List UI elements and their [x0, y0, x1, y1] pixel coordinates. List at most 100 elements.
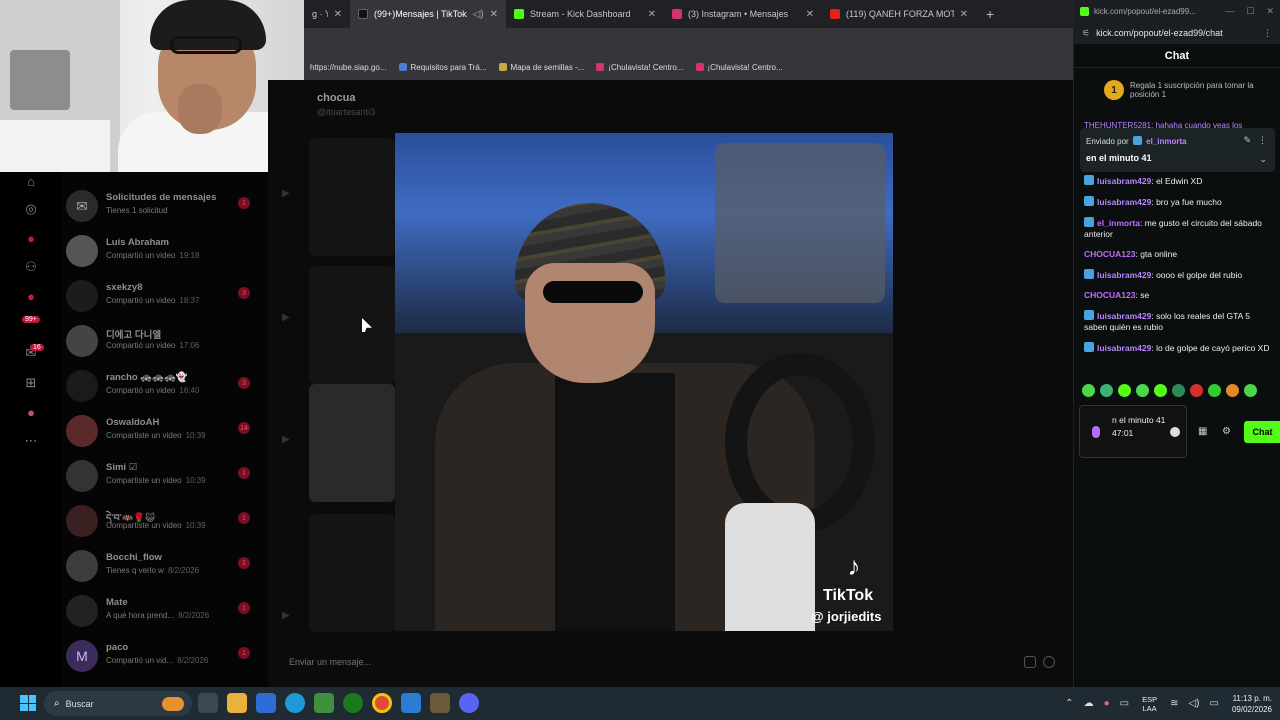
emote-icon[interactable]: [1082, 384, 1095, 397]
discord-icon[interactable]: [459, 693, 479, 713]
message-row[interactable]: Bocchi_flow Tienes q verlo w 8/2/2026 2: [62, 544, 268, 589]
close-icon[interactable]: ✕: [484, 9, 498, 20]
emote-icon[interactable]: [1208, 384, 1221, 397]
message-row[interactable]: Mate A qué hora prend... 8/2/2026 1: [62, 589, 268, 634]
send-chat-button[interactable]: Chat: [1244, 421, 1280, 443]
chat-username[interactable]: luisabram429: [1097, 311, 1151, 321]
explore-icon[interactable]: ◎: [22, 200, 40, 218]
bookmark-item[interactable]: Mapa de semillas -...: [493, 63, 591, 72]
display-icon[interactable]: ▭: [1120, 698, 1129, 709]
message-row[interactable]: OswaldoAH Compartiste un video 10:39 14: [62, 409, 268, 454]
video-thumbnail[interactable]: [309, 384, 395, 502]
emote-icon[interactable]: [1136, 384, 1149, 397]
upload-icon[interactable]: ⊞: [22, 374, 40, 392]
friends-icon[interactable]: ●: [22, 287, 40, 305]
message-row[interactable]: sxekzy8 Compartió un video 18:37 3: [62, 274, 268, 319]
microphone-icon[interactable]: [1092, 426, 1100, 438]
message-row[interactable]: དེ་བ་🦇🌹😺 Compartiste un video 10:39 1: [62, 499, 268, 544]
xbox-icon[interactable]: [343, 693, 363, 713]
menu-icon[interactable]: ⋮: [1263, 28, 1272, 39]
message-row[interactable]: Simi ☑ Compartiste un video 10:39 1: [62, 454, 268, 499]
more-icon[interactable]: ⋯: [22, 432, 40, 450]
chat-username[interactable]: luisabram429: [1097, 270, 1151, 280]
conversation-header[interactable]: chocua @ituartesanti3: [317, 92, 375, 117]
app-icon[interactable]: [430, 693, 450, 713]
video-thumbnail[interactable]: [309, 514, 395, 632]
emote-icon[interactable]: [1154, 384, 1167, 397]
video-player[interactable]: ♪ TikTok @ jorjiedits: [395, 133, 893, 631]
message-row[interactable]: 디에고 다니엘 Compartió un video 17:06: [62, 319, 268, 364]
chat-username[interactable]: luisabram429: [1097, 197, 1151, 207]
message-row[interactable]: M paco Compartió un vid... 8/2/2026 1: [62, 634, 268, 679]
gift-leaderboard[interactable]: 1 Regala 1 suscripción para tomar la pos…: [1104, 80, 1258, 100]
address-bar[interactable]: [304, 28, 1073, 54]
tab-youtube[interactable]: (119) QANEH FORZA MOTORSP ✕: [822, 0, 976, 28]
chat-username[interactable]: luisabram429: [1097, 176, 1151, 186]
minecraft-icon[interactable]: [314, 693, 334, 713]
bookmark-item[interactable]: https://nube.siap.go...: [304, 63, 393, 72]
tab-instagram[interactable]: (3) Instagram • Mensajes ✕: [664, 0, 822, 28]
cloud-icon[interactable]: ☁: [1084, 698, 1094, 709]
live-icon[interactable]: ●: [22, 229, 40, 247]
volume-icon[interactable]: ◁): [1188, 698, 1199, 709]
following-icon[interactable]: ⚇: [22, 258, 40, 276]
emote-icon[interactable]: [1118, 384, 1131, 397]
windows-start-icon[interactable]: [20, 695, 36, 711]
popout-url-bar[interactable]: ⚟ kick.com/popout/el-ezad99/chat ⋮: [1074, 22, 1280, 44]
tab-tiktok[interactable]: (99+)Mensajes | TikTok ◁) ✕: [350, 0, 506, 28]
close-icon[interactable]: ✕: [642, 9, 656, 20]
edge-icon[interactable]: [285, 693, 305, 713]
share-icon[interactable]: ▶: [282, 610, 296, 621]
minimize-icon[interactable]: —: [1225, 6, 1234, 17]
settings-icon[interactable]: ⚙: [1222, 426, 1233, 437]
message-row[interactable]: rancho 🚓🚓🚓👻 Compartió un video 16:40 3: [62, 364, 268, 409]
gif-icon[interactable]: [1024, 656, 1036, 668]
taskbar-clock[interactable]: 11:13 p. m. 09/02/2026: [1232, 693, 1272, 715]
tab-kick-dashboard[interactable]: Stream - Kick Dashboard ✕: [506, 0, 664, 28]
message-row[interactable]: ✉ Solicitudes de mensajes Tienes 1 solic…: [62, 184, 268, 229]
video-thumbnail[interactable]: [309, 266, 395, 384]
chat-username[interactable]: CHOCUA123: [1084, 249, 1136, 259]
mute-icon[interactable]: ◁): [467, 9, 484, 20]
pinned-message[interactable]: Enviado por el_inmorta en el minuto 41 ✎…: [1080, 128, 1275, 172]
battery-icon[interactable]: ▭: [1210, 698, 1219, 709]
chat-username[interactable]: luisabram429: [1097, 343, 1151, 353]
chat-username[interactable]: CHOCUA123: [1084, 290, 1136, 300]
language-indicator[interactable]: ESP LAA: [1142, 695, 1157, 713]
taskbar-search[interactable]: ⌕ Buscar: [44, 691, 192, 716]
emote-icon[interactable]: [1244, 384, 1257, 397]
file-explorer-icon[interactable]: [227, 693, 247, 713]
share-icon[interactable]: ▶: [282, 188, 296, 199]
task-view-icon[interactable]: [198, 693, 218, 713]
emote-icon[interactable]: [1172, 384, 1185, 397]
message-input[interactable]: [281, 650, 881, 674]
pin-icon[interactable]: ✎: [1243, 135, 1251, 146]
store-icon[interactable]: [256, 693, 276, 713]
home-icon[interactable]: ⌂: [22, 172, 40, 190]
chat-input[interactable]: n el minuto 41 47:01: [1079, 405, 1187, 458]
bookmark-item[interactable]: Requisitos para Trá...: [393, 63, 493, 72]
microphone-icon[interactable]: ●: [1104, 698, 1110, 709]
tab-0[interactable]: g · Y ✕: [304, 0, 350, 28]
share-icon[interactable]: ▶: [282, 434, 296, 445]
share-icon[interactable]: ▶: [282, 312, 296, 323]
more-options-icon[interactable]: ⋮: [1258, 135, 1267, 146]
profile-icon[interactable]: ●: [22, 403, 40, 421]
close-icon[interactable]: ✕: [328, 9, 342, 20]
bookmark-item[interactable]: ¡Chulavista! Centro...: [590, 63, 689, 72]
emote-icon[interactable]: [1100, 384, 1113, 397]
wifi-icon[interactable]: ≋: [1170, 698, 1178, 709]
close-icon[interactable]: ✕: [1266, 6, 1274, 17]
new-tab-button[interactable]: +: [976, 6, 1004, 22]
word-icon[interactable]: [401, 693, 421, 713]
bookmark-item[interactable]: ¡Chulavista! Centro...: [690, 63, 789, 72]
video-thumbnail[interactable]: [309, 138, 395, 256]
emoji-icon[interactable]: [1170, 427, 1180, 437]
close-icon[interactable]: ✕: [800, 9, 814, 20]
message-row[interactable]: Luis Abraham Compartió un video 19:18: [62, 229, 268, 274]
emoji-icon[interactable]: [1043, 656, 1055, 668]
chrome-icon[interactable]: [372, 693, 392, 713]
site-info-icon[interactable]: ⚟: [1082, 28, 1090, 39]
chevron-down-icon[interactable]: ⌄: [1259, 154, 1267, 165]
emote-icon[interactable]: [1226, 384, 1239, 397]
